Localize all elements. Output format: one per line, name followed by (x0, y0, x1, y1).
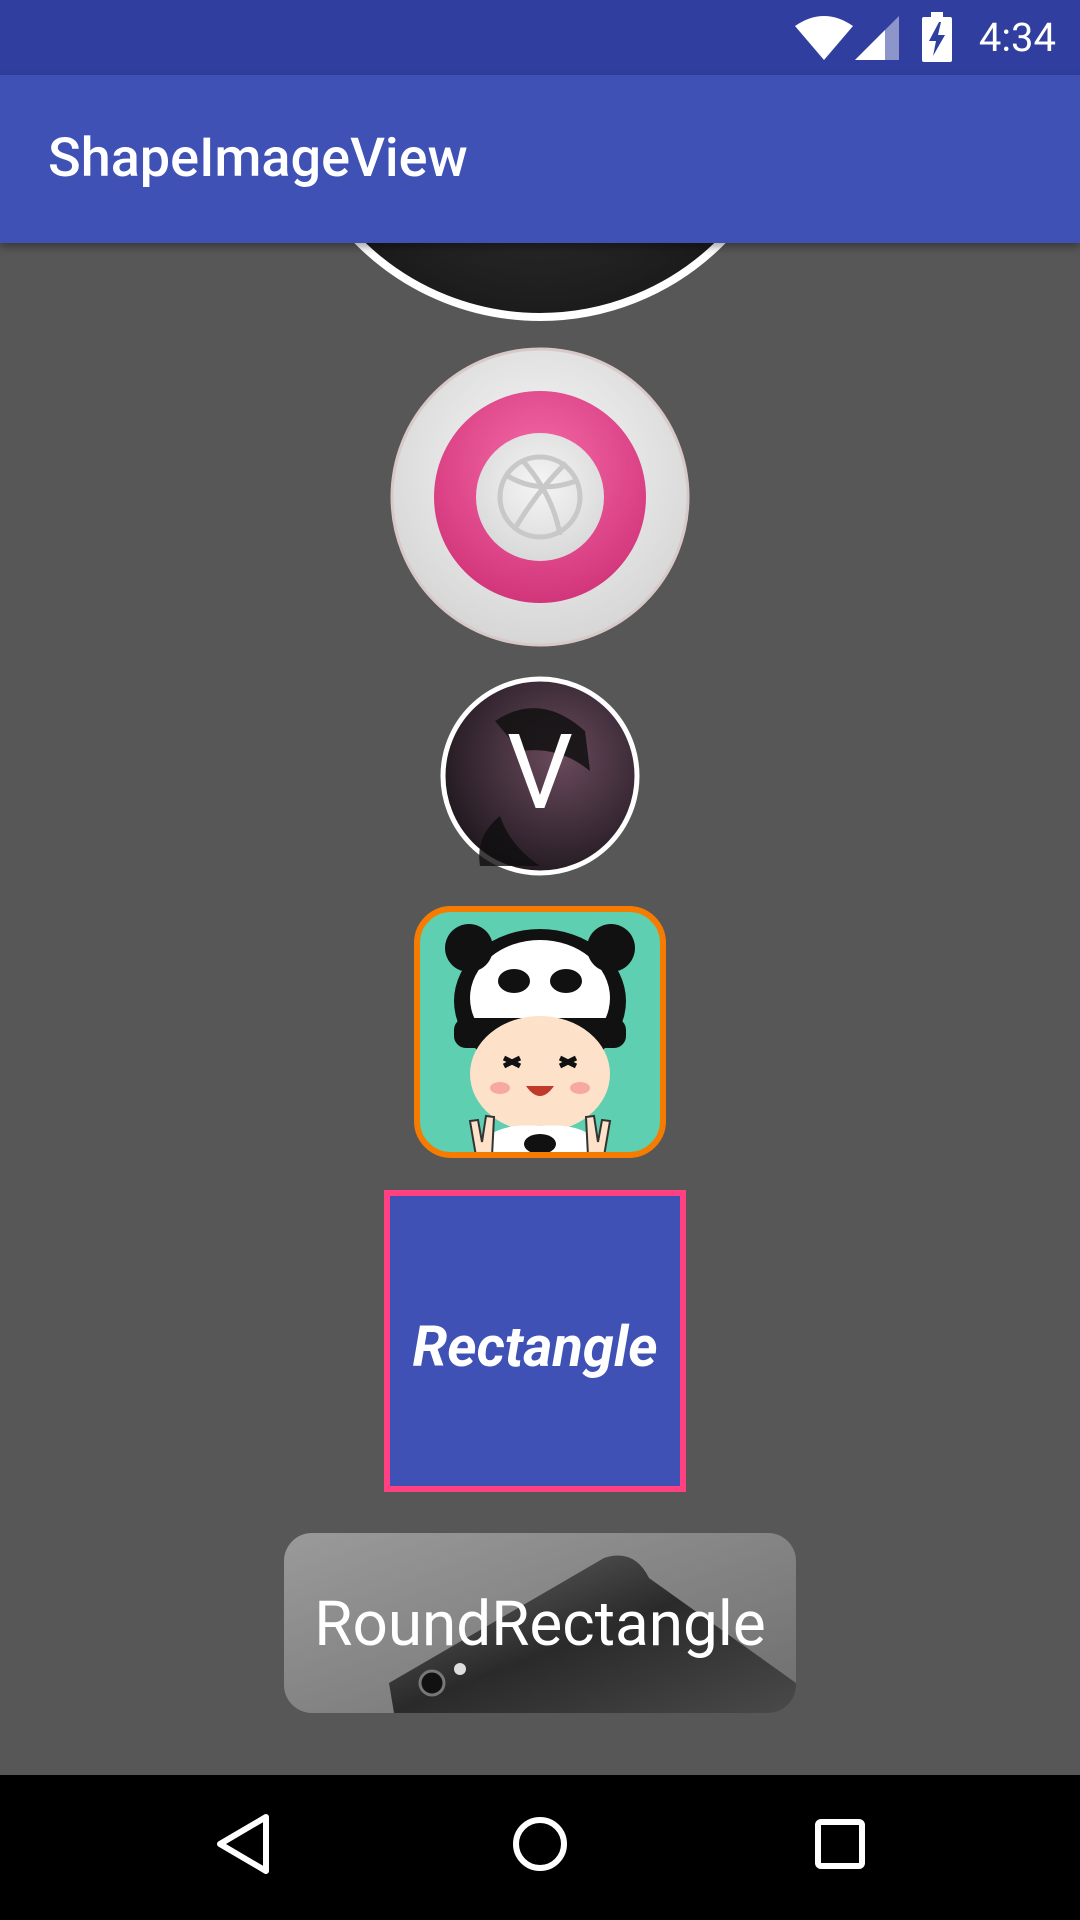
round-rectangle-image[interactable]: RoundRectangle (284, 1533, 796, 1713)
large-circle-image[interactable] (280, 243, 800, 321)
back-icon[interactable] (214, 1811, 272, 1877)
signal-icon (855, 16, 899, 60)
status-time: 4:34 (978, 14, 1056, 61)
circle-avatar-text: V (506, 713, 574, 834)
shape-list[interactable]: V Rectangle RoundRectangle (0, 243, 1080, 1775)
rounded-square-image[interactable] (414, 906, 666, 1158)
home-icon[interactable] (510, 1811, 570, 1877)
wifi-icon (795, 16, 853, 60)
status-bar: 4:34 (0, 0, 1080, 75)
recents-icon[interactable] (812, 1811, 868, 1877)
battery-charging-icon (922, 12, 952, 62)
circle-avatar-image[interactable]: V (440, 676, 640, 876)
app-bar: ShapeImageView (0, 75, 1080, 243)
rectangle-shape[interactable]: Rectangle (384, 1190, 686, 1492)
app-title: ShapeImageView (48, 127, 468, 190)
navigation-bar (0, 1775, 1080, 1920)
dribbble-circle-image[interactable] (388, 345, 692, 649)
rectangle-label: Rectangle (412, 1314, 658, 1380)
round-rectangle-label: RoundRectangle (314, 1588, 766, 1661)
